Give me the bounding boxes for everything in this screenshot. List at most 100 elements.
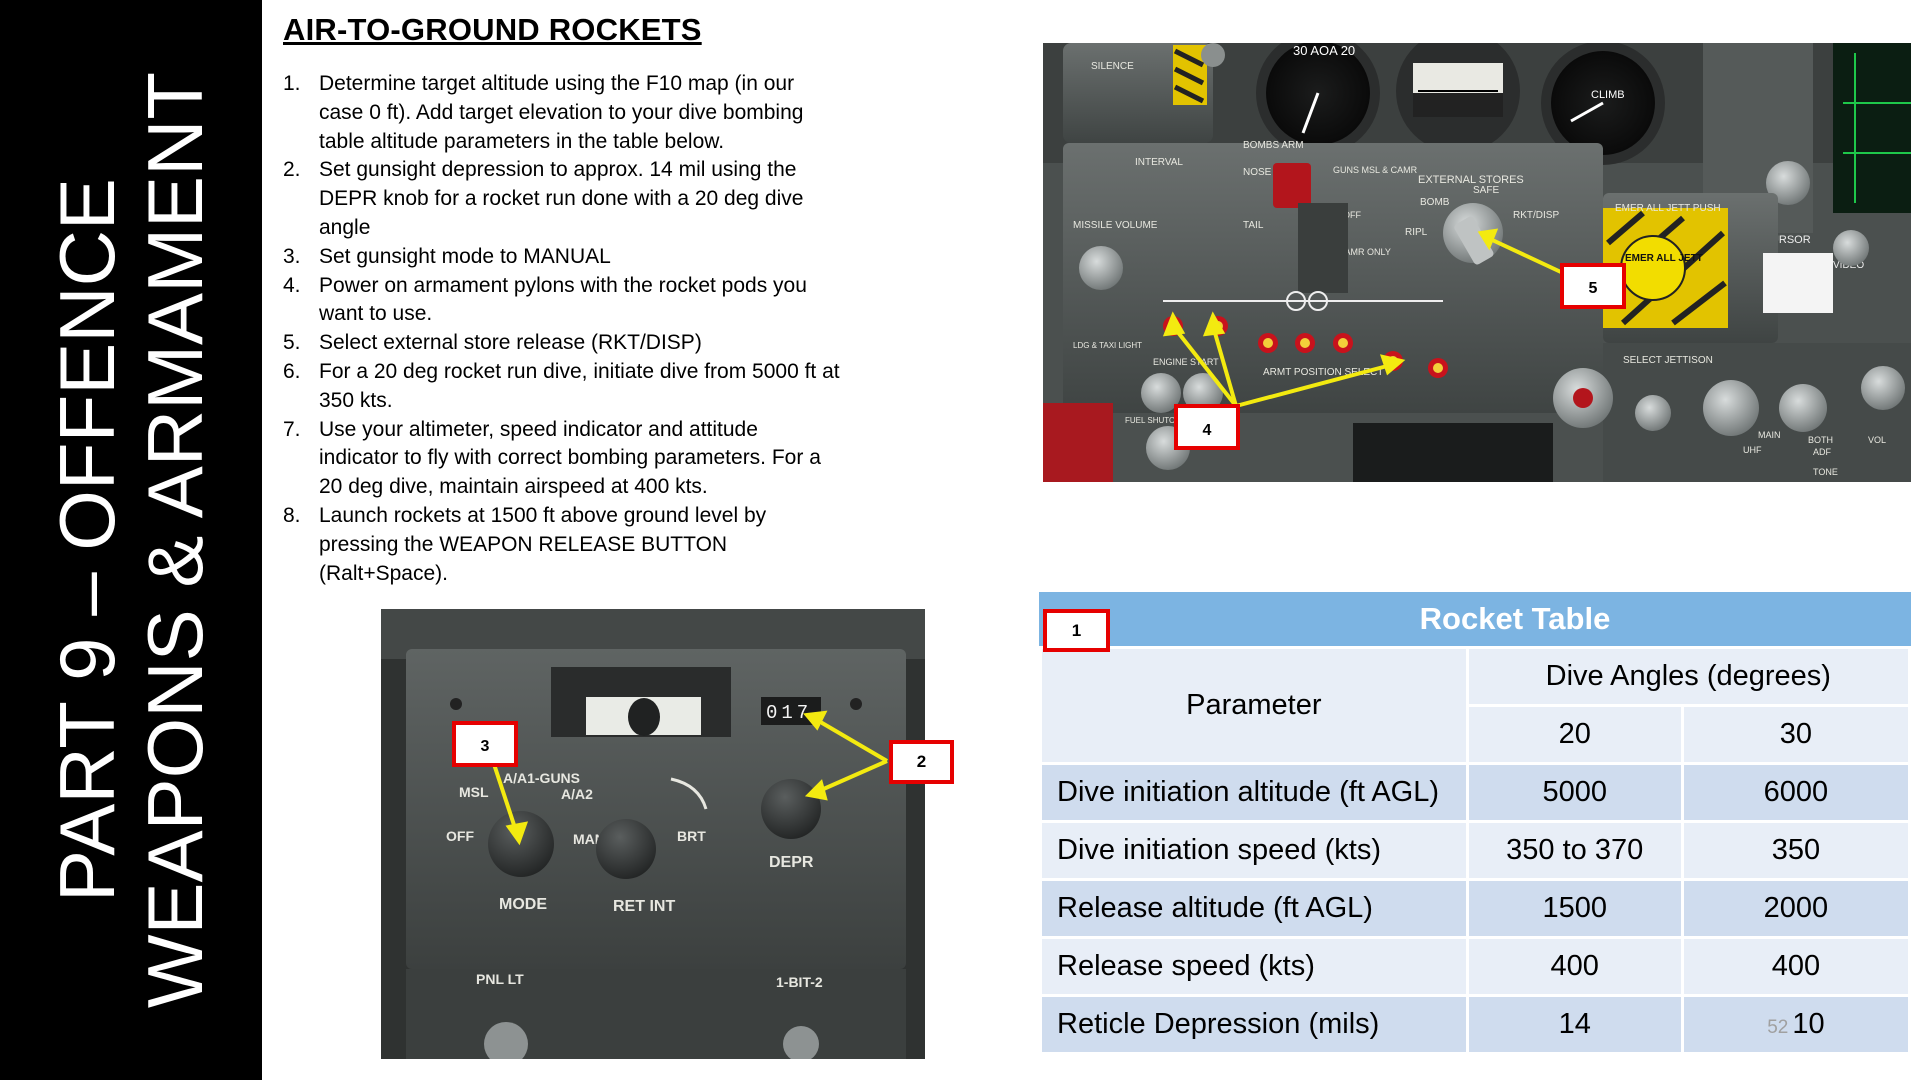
guns-label: GUNS MSL & CAMR: [1333, 165, 1418, 175]
step-item: 1. Determine target altitude using the F1…: [283, 70, 843, 156]
rocket-table-grid: Parameter Dive Angles (degrees) 20 30 Di…: [1039, 646, 1912, 1055]
value-20-cell: 400: [1465, 936, 1684, 997]
value-20-cell: 14: [1465, 994, 1684, 1055]
step-number: 1.: [283, 72, 301, 95]
rkt-disp-label: RKT/DISP: [1513, 210, 1559, 221]
panel-light-label: PNL LT: [476, 971, 524, 987]
external-stores-label: EXTERNAL STORES: [1418, 174, 1524, 186]
aa1-guns-label: A/A1-GUNS: [503, 770, 580, 786]
callout-4: 4: [1203, 422, 1212, 439]
bit-label: 1-BIT-2: [776, 974, 823, 990]
step-item: 3. Set gunsight mode to MANUAL: [283, 243, 843, 272]
depression-counter: 017: [766, 702, 812, 724]
angle-header-30: 30: [1680, 704, 1912, 765]
angle-header-20: 20: [1465, 704, 1684, 765]
gunsight-panel-image: 017 MSL A/A1-GUNS A/A2 OFF MAN BRT MODE …: [381, 609, 925, 1059]
main-label: MAIN: [1758, 430, 1781, 440]
select-jettison-label: SELECT JETTISON: [1623, 355, 1713, 366]
bomb-label: BOMB: [1420, 197, 1450, 208]
ret-int-knob-label: RET INT: [613, 898, 675, 915]
value-20-cell: 350 to 370: [1465, 820, 1684, 881]
procedure-steps: 1. Determine target altitude using the F1…: [283, 70, 843, 588]
step-text: Use your altimeter, speed indicator and …: [319, 417, 821, 499]
value-30-text: 10: [1792, 1008, 1825, 1040]
step-item: 7. Use your altimeter, speed indicator an…: [283, 416, 843, 502]
param-cell: Release speed (kts): [1039, 936, 1469, 997]
section-title-line1: PART 9 – OFFENCE: [43, 178, 131, 902]
step-number: 5.: [283, 331, 301, 355]
table-row: Release altitude (ft AGL) 1500 2000: [1039, 878, 1912, 939]
step-number: 4.: [283, 273, 301, 297]
param-cell: Dive initiation speed (kts): [1039, 820, 1469, 881]
callout-2: 2: [889, 740, 954, 784]
ripl-label: RIPL: [1405, 227, 1428, 238]
step-number: 3.: [283, 244, 301, 268]
step-item: 8. Launch rockets at 1500 ft above ground…: [283, 502, 843, 588]
table-row: Release speed (kts) 400 400: [1039, 936, 1912, 997]
aa2-label: A/A2: [561, 786, 593, 802]
ldg-taxi-light-label: LDG & TAXI LIGHT: [1073, 341, 1142, 350]
page-number: 52: [1767, 1017, 1789, 1038]
step-text: Launch rockets at 1500 ft above ground l…: [319, 503, 767, 585]
callout-3: 3: [481, 738, 490, 755]
both-label: BOTH: [1808, 435, 1833, 445]
armament-panel-image: SILENCE 30 AOA 20 CLIMB CURSOR INTERVAL …: [1043, 43, 1911, 482]
value-30-cell: 350: [1680, 820, 1912, 881]
emer-all-jett-push-label: EMER ALL JETT PUSH: [1615, 203, 1721, 214]
step-text: Select external store release (RKT/DISP): [319, 331, 702, 355]
value-30-cell: 2000: [1680, 878, 1912, 939]
silence-label: SILENCE: [1091, 61, 1134, 72]
dive-angles-header: Dive Angles (degrees): [1465, 646, 1912, 707]
tail-label: TAIL: [1243, 220, 1264, 231]
page-title: AIR-TO-GROUND ROCKETS: [283, 12, 702, 47]
step-number: 2.: [283, 158, 301, 182]
section-title-line2: WEAPONS & ARMAMENT: [131, 71, 219, 1009]
step-item: 2. Set gunsight depression to approx. 14 …: [283, 156, 843, 242]
param-cell: Release altitude (ft AGL): [1039, 878, 1469, 939]
interval-label: INTERVAL: [1135, 157, 1183, 168]
mode-knob-label: MODE: [499, 896, 547, 913]
param-cell: Reticle Depression (mils): [1039, 994, 1469, 1055]
step-text: Set gunsight mode to MANUAL: [319, 244, 611, 268]
step-text: For a 20 deg rocket run dive, initiate d…: [319, 359, 840, 412]
step-text: Set gunsight depression to approx. 14 mi…: [319, 158, 804, 239]
parameter-header: Parameter: [1039, 646, 1469, 765]
aoa-gauge-label: 30 AOA 20: [1293, 43, 1355, 58]
table-row: Dive initiation speed (kts) 350 to 370 3…: [1039, 820, 1912, 881]
section-banner: PART 9 – OFFENCE WEAPONS & ARMAMENT: [0, 0, 262, 1080]
table-row: Reticle Depression (mils) 14 52 10: [1039, 994, 1912, 1055]
value-30-cell: 6000: [1680, 762, 1912, 823]
msl-label: MSL: [459, 784, 489, 800]
engine-start-label: ENGINE START: [1153, 357, 1219, 367]
value-20-cell: 1500: [1465, 878, 1684, 939]
step-text: Determine target altitude using the F10 …: [319, 72, 804, 153]
section-title: PART 9 – OFFENCE WEAPONS & ARMAMENT: [43, 40, 219, 1040]
table-row: Dive initiation altitude (ft AGL) 5000 6…: [1039, 762, 1912, 823]
uhf-label: UHF: [1743, 445, 1762, 455]
climb-gauge-label: CLIMB: [1591, 89, 1625, 101]
tone-label: TONE: [1813, 467, 1838, 477]
missile-volume-label: MISSILE VOLUME: [1073, 220, 1158, 231]
depr-knob-label: DEPR: [769, 854, 814, 871]
callout-5: 5: [1589, 280, 1598, 297]
rocket-table-title: Rocket Table: [1039, 592, 1911, 646]
bombs-arm-label: BOMBS ARM: [1243, 140, 1304, 151]
nose-label: NOSE: [1243, 167, 1272, 178]
rocket-table: Rocket Table Parameter Dive Angles (degr…: [1039, 592, 1912, 1055]
off-label: OFF: [446, 828, 474, 844]
step-number: 7.: [283, 417, 301, 441]
value-30-cell: 52 10: [1680, 994, 1912, 1055]
step-text: Power on armament pylons with the rocket…: [319, 273, 807, 326]
value-30-cell: 400: [1680, 936, 1912, 997]
vol-label: VOL: [1868, 435, 1886, 445]
adf-label: ADF: [1813, 447, 1832, 457]
param-cell: Dive initiation altitude (ft AGL): [1039, 762, 1469, 823]
step-item: 4. Power on armament pylons with the rock…: [283, 272, 843, 330]
step-number: 8.: [283, 503, 301, 527]
brt-label: BRT: [677, 828, 706, 844]
emer-all-jett-button-label: EMER ALL JETT: [1625, 253, 1703, 264]
value-20-cell: 5000: [1465, 762, 1684, 823]
step-number: 6.: [283, 359, 301, 383]
callout-1: 1: [1043, 609, 1110, 652]
step-item: 6. For a 20 deg rocket run dive, initiate…: [283, 358, 843, 416]
